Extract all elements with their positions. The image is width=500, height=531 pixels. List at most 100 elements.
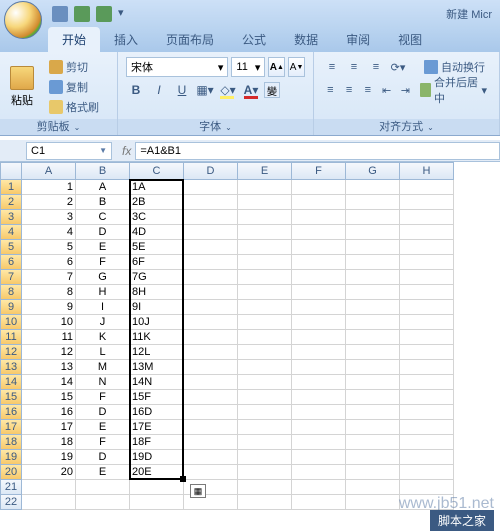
cell-A3[interactable]: 3 (22, 210, 76, 225)
cell-F10[interactable] (292, 315, 346, 330)
decrease-indent-button[interactable]: ⇤ (378, 80, 395, 100)
cell-A19[interactable]: 19 (22, 450, 76, 465)
cell-A14[interactable]: 14 (22, 375, 76, 390)
cell-D1[interactable] (184, 180, 238, 195)
cell-F4[interactable] (292, 225, 346, 240)
cell-F17[interactable] (292, 420, 346, 435)
cell-D12[interactable] (184, 345, 238, 360)
cell-C1[interactable]: 1A (130, 180, 184, 195)
copy-button[interactable]: 复制 (46, 78, 102, 96)
cell-F6[interactable] (292, 255, 346, 270)
cut-button[interactable]: 剪切 (46, 58, 102, 76)
cell-A1[interactable]: 1 (22, 180, 76, 195)
cell-H7[interactable] (400, 270, 454, 285)
cell-A18[interactable]: 18 (22, 435, 76, 450)
cell-E21[interactable] (238, 480, 292, 495)
cell-F21[interactable] (292, 480, 346, 495)
cell-B6[interactable]: F (76, 255, 130, 270)
cell-E15[interactable] (238, 390, 292, 405)
cell-H15[interactable] (400, 390, 454, 405)
cell-E1[interactable] (238, 180, 292, 195)
cell-D18[interactable] (184, 435, 238, 450)
cell-B18[interactable]: F (76, 435, 130, 450)
cell-F1[interactable] (292, 180, 346, 195)
cell-A8[interactable]: 8 (22, 285, 76, 300)
column-header-A[interactable]: A (22, 162, 76, 180)
bold-button[interactable]: B (126, 80, 146, 100)
paste-button[interactable]: 粘贴 (4, 64, 40, 110)
cell-H18[interactable] (400, 435, 454, 450)
cell-A20[interactable]: 20 (22, 465, 76, 480)
cell-D5[interactable] (184, 240, 238, 255)
cell-H16[interactable] (400, 405, 454, 420)
cell-B1[interactable]: A (76, 180, 130, 195)
cell-H11[interactable] (400, 330, 454, 345)
save-icon[interactable] (52, 6, 68, 22)
cell-C20[interactable]: 20E (130, 465, 184, 480)
cell-B13[interactable]: M (76, 360, 130, 375)
cell-H6[interactable] (400, 255, 454, 270)
cell-C19[interactable]: 19D (130, 450, 184, 465)
cell-G1[interactable] (346, 180, 400, 195)
merge-center-button[interactable]: 合并后居中▾ (416, 80, 491, 100)
font-size-select[interactable]: 11▾ (231, 57, 265, 77)
cell-F5[interactable] (292, 240, 346, 255)
tab-审阅[interactable]: 审阅 (332, 27, 384, 52)
cell-E11[interactable] (238, 330, 292, 345)
cell-F14[interactable] (292, 375, 346, 390)
cell-D14[interactable] (184, 375, 238, 390)
cell-E8[interactable] (238, 285, 292, 300)
cell-G19[interactable] (346, 450, 400, 465)
column-header-H[interactable]: H (400, 162, 454, 180)
column-header-D[interactable]: D (184, 162, 238, 180)
row-header-16[interactable]: 16 (0, 405, 22, 420)
align-left-button[interactable]: ≡ (322, 80, 339, 100)
cell-C15[interactable]: 15F (130, 390, 184, 405)
cell-A16[interactable]: 16 (22, 405, 76, 420)
cell-D15[interactable] (184, 390, 238, 405)
alignment-group-label[interactable]: 对齐方式 (314, 119, 499, 135)
cell-A10[interactable]: 10 (22, 315, 76, 330)
row-header-14[interactable]: 14 (0, 375, 22, 390)
fill-color-button[interactable]: ◇▾ (218, 80, 238, 100)
cell-D19[interactable] (184, 450, 238, 465)
cell-C8[interactable]: 8H (130, 285, 184, 300)
row-header-10[interactable]: 10 (0, 315, 22, 330)
cell-C6[interactable]: 6F (130, 255, 184, 270)
worksheet-grid[interactable]: ABCDEFGH11A1A22B2B33C3C44D4D55E5E66F6F77… (0, 162, 500, 510)
cell-G9[interactable] (346, 300, 400, 315)
row-header-9[interactable]: 9 (0, 300, 22, 315)
increase-font-button[interactable]: A▲ (268, 57, 285, 77)
cell-E2[interactable] (238, 195, 292, 210)
cell-E17[interactable] (238, 420, 292, 435)
cell-B5[interactable]: E (76, 240, 130, 255)
cell-H8[interactable] (400, 285, 454, 300)
row-header-4[interactable]: 4 (0, 225, 22, 240)
cell-E12[interactable] (238, 345, 292, 360)
cell-D9[interactable] (184, 300, 238, 315)
increase-indent-button[interactable]: ⇥ (397, 80, 414, 100)
row-header-17[interactable]: 17 (0, 420, 22, 435)
cell-B14[interactable]: N (76, 375, 130, 390)
row-header-2[interactable]: 2 (0, 195, 22, 210)
tab-数据[interactable]: 数据 (280, 27, 332, 52)
cell-H22[interactable] (400, 495, 454, 510)
underline-button[interactable]: U (172, 80, 192, 100)
cell-F18[interactable] (292, 435, 346, 450)
column-header-F[interactable]: F (292, 162, 346, 180)
chevron-down-icon[interactable]: ▼ (99, 146, 107, 155)
cell-F22[interactable] (292, 495, 346, 510)
cell-G12[interactable] (346, 345, 400, 360)
cell-G21[interactable] (346, 480, 400, 495)
row-header-1[interactable]: 1 (0, 180, 22, 195)
cell-E22[interactable] (238, 495, 292, 510)
cell-D4[interactable] (184, 225, 238, 240)
cell-A13[interactable]: 13 (22, 360, 76, 375)
row-header-6[interactable]: 6 (0, 255, 22, 270)
clipboard-group-label[interactable]: 剪贴板 (0, 119, 117, 135)
align-middle-button[interactable]: ≡ (344, 57, 364, 77)
cell-H4[interactable] (400, 225, 454, 240)
cell-G14[interactable] (346, 375, 400, 390)
cell-A17[interactable]: 17 (22, 420, 76, 435)
fill-handle[interactable] (180, 476, 186, 482)
